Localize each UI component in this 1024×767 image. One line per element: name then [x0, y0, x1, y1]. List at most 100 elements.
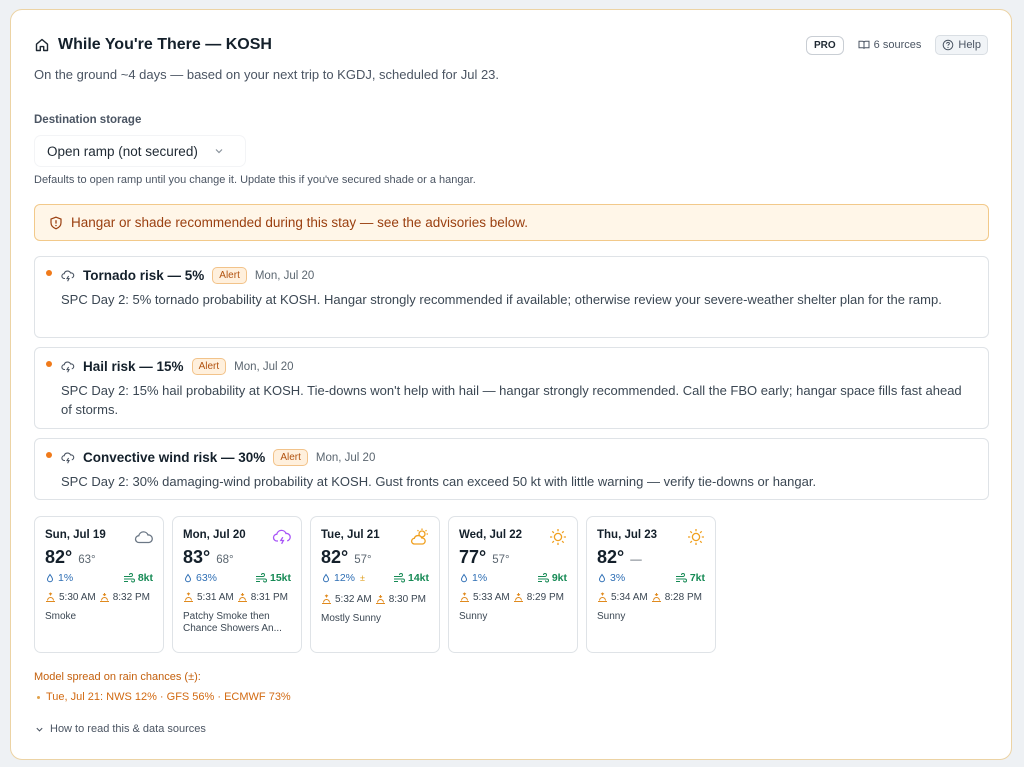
forecast-condition: Smoke [45, 611, 77, 622]
sunset-time: 8:30 PM [388, 594, 426, 605]
wind-speed: 15kt [255, 572, 291, 584]
sun-times: 5:30 AM 8:32 PM [45, 592, 153, 603]
sunset-time: 8:32 PM [112, 592, 150, 603]
wind-speed: 7kt [675, 572, 705, 584]
storage-hint: Defaults to open ramp until you change i… [34, 174, 476, 186]
alert-dot [46, 361, 52, 367]
chevron-down-icon [35, 725, 44, 734]
forecast-day-card[interactable]: Thu, Jul 23 82° — 3% 7kt 5:34 AM 8:28 PM… [586, 516, 716, 653]
how-to-read-label: How to read this & data sources [50, 723, 206, 735]
forecast-low: 63° [78, 554, 96, 566]
while-youre-there-card: While You're There — KOSH PRO 6 sources … [10, 9, 1012, 760]
wind-icon [255, 573, 267, 583]
sunrise-time: 5:33 AM [473, 592, 510, 603]
page-title: While You're There — KOSH [58, 36, 272, 53]
forecast-high: 82° [321, 547, 349, 567]
storage-select[interactable]: Open ramp (not secured) [35, 136, 245, 166]
sun-times: 5:33 AM 8:29 PM [459, 592, 567, 603]
sunset-time: 8:29 PM [526, 592, 564, 603]
alert-title: Convective wind risk — 30% [83, 450, 266, 465]
rain-chance: 1% [45, 572, 73, 584]
help-circle-icon [942, 39, 954, 51]
forecast-day-card[interactable]: Mon, Jul 20 83° 68° 63% 15kt 5:31 AM 8:3… [172, 516, 302, 653]
alert-body: SPC Day 2: 30% damaging-wind probability… [61, 474, 817, 489]
sources-label: 6 sources [873, 39, 922, 51]
how-to-read-toggle[interactable]: How to read this & data sources [35, 723, 206, 735]
sunset-icon [99, 592, 110, 603]
help-label: Help [958, 39, 981, 51]
wind-speed-value: 7kt [689, 572, 705, 584]
alert-dot [46, 452, 52, 458]
alert-body: SPC Day 2: 5% tornado probability at KOS… [61, 292, 942, 307]
sun-times: 5:32 AM 8:30 PM [321, 594, 429, 605]
forecast-condition: Sunny [459, 611, 488, 622]
wind-speed-value: 9kt [551, 572, 567, 584]
storage-selected-value: Open ramp (not secured) [47, 143, 198, 159]
sun-times: 5:34 AM 8:28 PM [597, 592, 705, 603]
forecast-low: 57° [492, 554, 510, 566]
storage-label: Destination storage [34, 114, 142, 126]
book-icon [858, 39, 870, 51]
storm-cloud-icon [61, 451, 75, 465]
sunrise-icon [183, 592, 194, 603]
wind-icon [675, 573, 687, 583]
alert-card-tornado: Tornado risk — 5% Alert Mon, Jul 20 SPC … [34, 256, 989, 338]
sunrise-time: 5:34 AM [611, 592, 648, 603]
wind-speed-value: 8kt [137, 572, 153, 584]
sunset-time: 8:28 PM [664, 592, 702, 603]
alert-card-convective-wind: Convective wind risk — 30% Alert Mon, Ju… [34, 438, 989, 500]
cloud-icon [134, 527, 154, 547]
storm-cloud-icon [61, 360, 75, 374]
alert-date: Mon, Jul 20 [254, 269, 315, 282]
model-spread-label: Model spread on rain chances (±): [34, 671, 201, 683]
forecast-day-card[interactable]: Sun, Jul 19 82° 63° 1% 8kt 5:30 AM 8:32 … [34, 516, 164, 653]
sunrise-icon [459, 592, 470, 603]
alert-body: SPC Day 2: 15% hail probability at KOSH.… [61, 383, 962, 417]
raindrop-icon [459, 573, 469, 583]
card-header: While You're There — KOSH PRO 6 sources … [34, 35, 988, 58]
wind-speed: 9kt [537, 572, 567, 584]
alert-badge: Alert [191, 358, 227, 375]
forecast-high: 83° [183, 547, 211, 567]
forecast-high: 82° [597, 547, 625, 567]
sunrise-icon [321, 594, 332, 605]
model-spread-flag: ± [360, 573, 365, 583]
forecast-row: Sun, Jul 19 82° 63° 1% 8kt 5:30 AM 8:32 … [34, 516, 716, 653]
wind-icon [393, 573, 405, 583]
sunrise-time: 5:30 AM [59, 592, 96, 603]
forecast-high: 77° [459, 547, 487, 567]
forecast-low: 57° [354, 554, 372, 566]
storm-cloud-icon [272, 527, 292, 547]
forecast-condition: Sunny [597, 611, 626, 622]
forecast-low: 68° [216, 554, 234, 566]
model-spread-item: Tue, Jul 21: NWS 12% · GFS 56% · ECMWF 7… [37, 691, 291, 703]
home-icon [34, 37, 50, 53]
forecast-day-card[interactable]: Wed, Jul 22 77° 57° 1% 9kt 5:33 AM 8:29 … [448, 516, 578, 653]
hangar-recommendation-banner: Hangar or shade recommended during this … [34, 204, 989, 241]
sunset-time: 8:31 PM [250, 592, 288, 603]
alert-date: Mon, Jul 20 [315, 451, 376, 464]
bullet-dot [37, 695, 40, 699]
forecast-day-card[interactable]: Tue, Jul 21 82° 57° 12% ± 14kt 5:32 AM 8… [310, 516, 440, 653]
rain-chance-value: 1% [58, 572, 74, 584]
help-button[interactable]: Help [935, 35, 988, 55]
sun-icon [548, 527, 568, 547]
alert-card-hail: Hail risk — 15% Alert Mon, Jul 20 SPC Da… [34, 347, 989, 429]
sunset-icon [513, 592, 524, 603]
model-spread-text: Tue, Jul 21: NWS 12% · GFS 56% · ECMWF 7… [46, 691, 291, 703]
raindrop-icon [183, 573, 193, 583]
raindrop-icon [45, 573, 55, 583]
sunset-icon [651, 592, 662, 603]
forecast-high: 82° [45, 547, 73, 567]
alert-title: Hail risk — 15% [83, 359, 184, 374]
forecast-condition: Mostly Sunny [321, 613, 382, 624]
storm-cloud-icon [61, 269, 75, 283]
chevron-down-icon [214, 146, 224, 156]
banner-text: Hangar or shade recommended during this … [71, 215, 528, 230]
rain-chance: 3% [597, 572, 625, 584]
forecast-low: — [630, 554, 642, 566]
trip-subtitle: On the ground ~4 days — based on your ne… [34, 67, 500, 82]
sources-link[interactable]: 6 sources [858, 39, 922, 51]
wind-speed-value: 14kt [407, 572, 429, 584]
rain-chance: 12% ± [321, 572, 365, 584]
